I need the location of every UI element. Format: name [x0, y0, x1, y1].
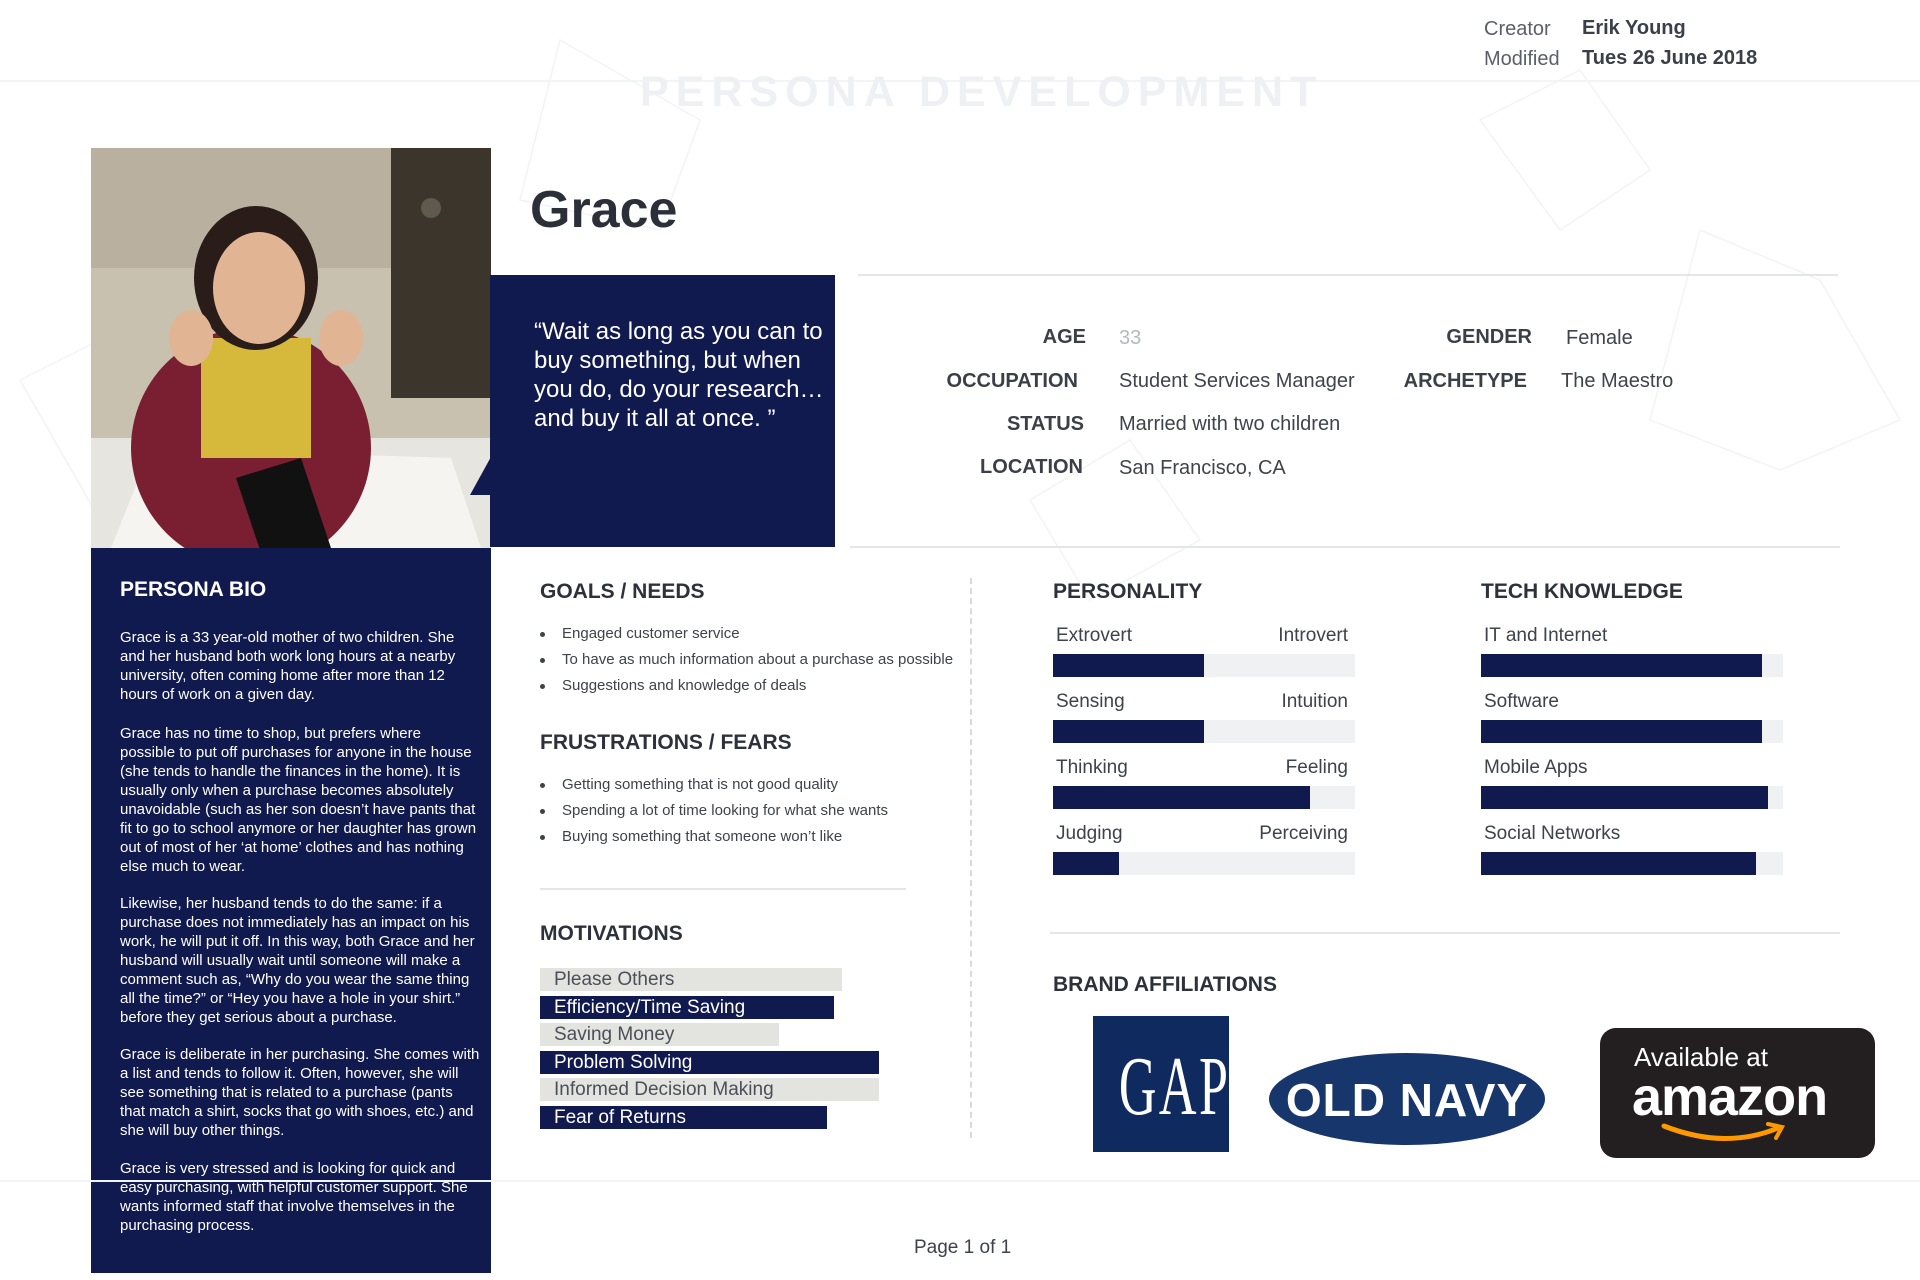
persona-photo [91, 148, 491, 568]
motivations-title: MOTIVATIONS [540, 922, 683, 945]
personality-left-label: Extrovert [1056, 625, 1133, 646]
occupation-value: Student Services Manager [1119, 370, 1355, 392]
archetype-value: The Maestro [1561, 370, 1674, 392]
frustrations-title: FRUSTRATIONS / FEARS [540, 731, 792, 754]
tech-fill [1481, 654, 1762, 677]
modified-label: Modified [1484, 48, 1560, 70]
personality-left-label: Thinking [1056, 757, 1128, 778]
gender-value: Female [1566, 327, 1633, 349]
modified-value: Tues 26 June 2018 [1582, 47, 1758, 69]
bio-paragraph: Grace is deliberate in her purchasing. S… [120, 1046, 480, 1139]
amazon-wordmark: amazon [1632, 1067, 1828, 1127]
personality-right-label: Intuition [1281, 691, 1348, 712]
brands-title: BRAND AFFILIATIONS [1053, 973, 1277, 996]
tech-label: Software [1484, 691, 1559, 712]
bio-paragraph: Grace is a 33 year-old mother of two chi… [120, 629, 456, 703]
personality-track [1053, 720, 1355, 743]
quote-pointer-icon [470, 455, 492, 495]
motivation-bar: Problem Solving [540, 1050, 879, 1074]
gap-logo: GAP [1093, 1016, 1229, 1152]
motivations-rule [540, 888, 906, 890]
bio-paragraph: Grace is very stressed and is looking fo… [120, 1160, 468, 1234]
bio-title: PERSONA BIO [120, 578, 267, 601]
footer-divider [0, 1180, 1920, 1182]
personality-fill [1053, 852, 1119, 875]
gender-label: GENDER [1446, 326, 1532, 348]
old-navy-logo: OLD NAVY [1269, 1053, 1545, 1145]
tech-fill [1481, 786, 1768, 809]
bio-paragraph: Likewise, her husband tends to do the sa… [120, 895, 475, 1026]
motivation-bar: Saving Money [540, 1023, 779, 1047]
persona-bio-panel: PERSONA BIO Grace is a 33 year-old mothe… [91, 548, 491, 1273]
persona-name: Grace [530, 181, 678, 239]
tech-fill [1481, 852, 1756, 875]
occupation-label: OCCUPATION [946, 370, 1078, 392]
tech-label: Social Networks [1484, 823, 1621, 844]
tech-label: Mobile Apps [1484, 757, 1588, 778]
amazon-smile-icon [1661, 1122, 1786, 1141]
amazon-badge: Available at amazon [1600, 1028, 1875, 1158]
persona-photo-illustration [91, 148, 491, 568]
goals-list: Engaged customer service To have as much… [540, 621, 953, 699]
creator-value: Erik Young [1582, 17, 1686, 39]
tech-track [1481, 852, 1783, 875]
motivation-bar: Informed Decision Making [540, 1078, 879, 1102]
personality-left-label: Sensing [1056, 691, 1125, 712]
goal-item: Suggestions and knowledge of deals [540, 673, 953, 699]
brands-rule [1050, 932, 1840, 934]
motivation-bar: Fear of Returns [540, 1106, 827, 1129]
personality-fill [1053, 720, 1204, 743]
tech-fill [1481, 720, 1762, 743]
status-value: Married with two children [1119, 413, 1341, 435]
tech-title: TECH KNOWLEDGE [1481, 580, 1683, 603]
goals-title: GOALS / NEEDS [540, 580, 705, 603]
page-number: Page 1 of 1 [914, 1237, 1012, 1258]
location-value: San Francisco, CA [1119, 457, 1286, 479]
personality-track [1053, 852, 1355, 875]
frustration-item: Getting something that is not good quali… [540, 772, 888, 798]
goal-item: To have as much information about a purc… [540, 647, 953, 673]
personality-track [1053, 654, 1355, 677]
tech-label: IT and Internet [1484, 625, 1608, 646]
column-divider [970, 578, 972, 1138]
age-value: 33 [1119, 327, 1142, 349]
motivation-bar: Efficiency/Time Saving [540, 995, 834, 1019]
personality-right-label: Introvert [1278, 625, 1348, 646]
persona-quote-box: “Wait as long as you can to buy somethin… [490, 275, 835, 547]
personality-left-label: Judging [1056, 823, 1123, 844]
page-watermark: PERSONA DEVELOPMENT [640, 68, 1324, 116]
attributes-top-rule [858, 274, 1838, 276]
tech-track [1481, 654, 1783, 677]
goal-item: Engaged customer service [540, 621, 953, 647]
tech-track [1481, 786, 1783, 809]
gap-logo-text: GAP [1118, 1040, 1231, 1133]
location-label: LOCATION [980, 456, 1083, 478]
old-navy-logo-text: OLD NAVY [1285, 1074, 1529, 1126]
personality-fill [1053, 786, 1310, 809]
frustrations-list: Getting something that is not good quali… [540, 772, 888, 850]
creator-label: Creator [1484, 18, 1551, 40]
personality-fill [1053, 654, 1204, 677]
frustration-item: Spending a lot of time looking for what … [540, 798, 888, 824]
tech-track [1481, 720, 1783, 743]
age-label: AGE [1042, 326, 1086, 348]
personality-title: PERSONALITY [1053, 580, 1203, 603]
bio-paragraph: Grace has no time to shop, but prefers w… [120, 725, 477, 875]
persona-quote: “Wait as long as you can to buy somethin… [534, 318, 824, 432]
status-label: STATUS [1006, 413, 1084, 435]
archetype-label: ARCHETYPE [1403, 370, 1527, 392]
frustration-item: Buying something that someone won’t like [540, 824, 888, 850]
personality-track [1053, 786, 1355, 809]
attributes-bottom-rule [850, 546, 1840, 548]
motivation-bar: Please Others [540, 968, 842, 991]
personality-right-label: Feeling [1285, 757, 1348, 778]
personality-right-label: Perceiving [1259, 823, 1348, 844]
